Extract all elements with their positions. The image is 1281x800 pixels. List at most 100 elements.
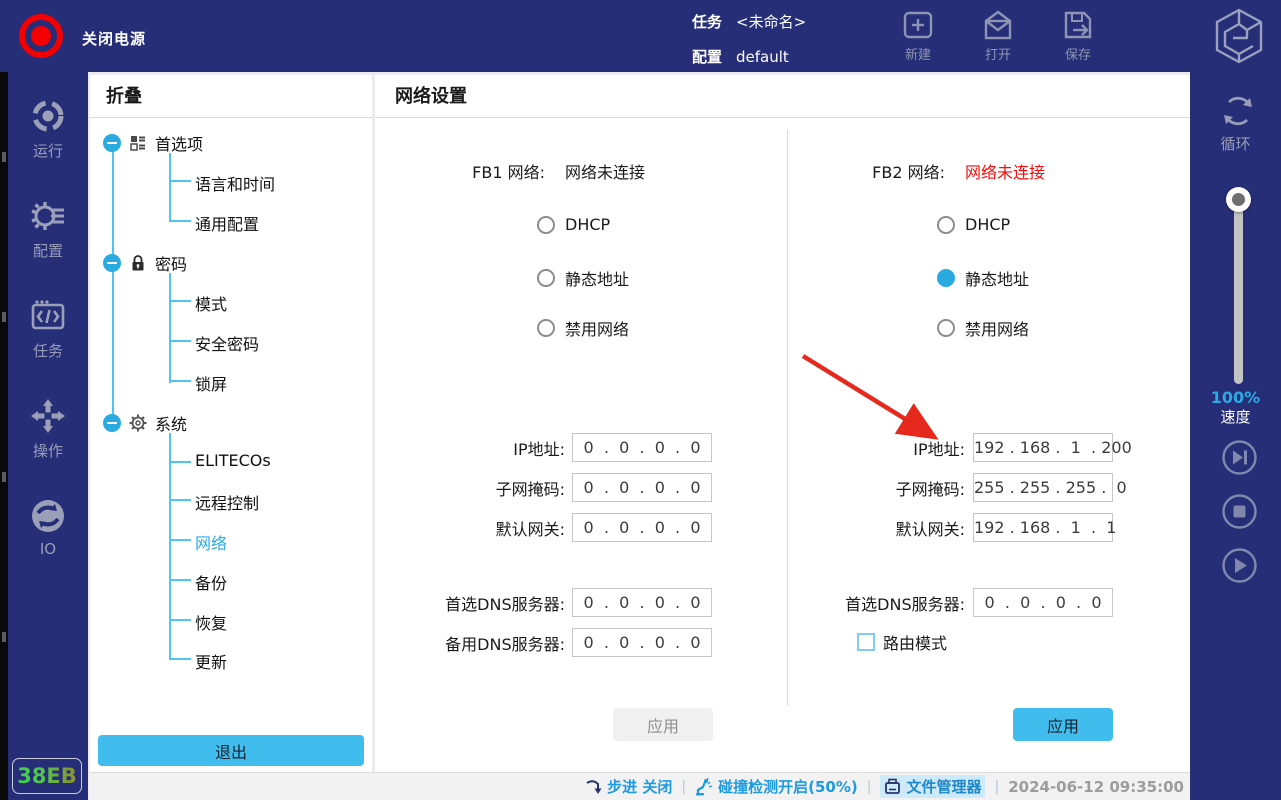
tree-item-network[interactable]: 网络 xyxy=(195,530,227,554)
fb2-radio-dhcp[interactable]: DHCP xyxy=(937,215,1010,234)
brand-logo-icon xyxy=(1211,6,1267,66)
radio-icon[interactable] xyxy=(537,319,555,337)
fb2-dns1-label: 首选DNS服务器: xyxy=(820,591,965,615)
sidebar-item-io[interactable]: IO xyxy=(8,498,88,590)
fb2-dns1-input[interactable]: 0 . 0 . 0 . 0 xyxy=(973,588,1113,617)
file-manager-icon xyxy=(884,778,901,795)
radio-checked-icon[interactable] xyxy=(937,269,955,287)
speed-label: 速度 xyxy=(1190,406,1281,427)
tree-branch xyxy=(169,433,171,659)
tree-item-remote-control[interactable]: 远程控制 xyxy=(195,490,259,514)
fb1-dns1-input[interactable]: 0 . 0 . 0 . 0 xyxy=(572,588,712,617)
sidebar-item-run[interactable]: 运行 xyxy=(8,98,88,190)
tree-tick xyxy=(169,300,191,302)
fb1-gateway-label: 默认网关: xyxy=(405,516,565,540)
network-settings-panel: 网络设置 FB1 网络: 网络未连接 DHCP 静态地址 禁用网络 IP地址: … xyxy=(375,75,1190,772)
open-icon xyxy=(981,8,1015,42)
fb2-ip-input[interactable]: 192 . 168 . 1 . 200 xyxy=(973,433,1113,462)
tree-item-language-time[interactable]: 语言和时间 xyxy=(195,171,275,195)
fb1-radio-static[interactable]: 静态地址 xyxy=(537,266,629,290)
power-status-icon[interactable] xyxy=(18,13,64,59)
tree-item-general-config[interactable]: 通用配置 xyxy=(195,211,259,235)
fb1-dns2-label: 备用DNS服务器: xyxy=(405,631,565,655)
fb2-radio-disable[interactable]: 禁用网络 xyxy=(937,316,1029,340)
collapse-minus-icon[interactable] xyxy=(103,134,121,152)
save-icon xyxy=(1061,8,1095,42)
tree-item-mode[interactable]: 模式 xyxy=(195,291,227,315)
fb2-network-status: 网络未连接 xyxy=(965,159,1045,183)
fb1-dns2-input[interactable]: 0 . 0 . 0 . 0 xyxy=(572,628,712,657)
tree-item-lock-screen[interactable]: 锁屏 xyxy=(195,371,227,395)
tree-item-update[interactable]: 更新 xyxy=(195,649,227,673)
fb1-radio-disable[interactable]: 禁用网络 xyxy=(537,316,629,340)
fb2-radio-disable-label: 禁用网络 xyxy=(965,316,1029,340)
fb2-route-mode-label: 路由模式 xyxy=(883,630,947,654)
stop-button[interactable] xyxy=(1222,494,1257,529)
play-button[interactable] xyxy=(1222,548,1257,583)
tree-tick xyxy=(169,180,191,182)
speed-slider-track[interactable] xyxy=(1234,198,1243,384)
separator: | xyxy=(867,779,872,795)
radio-icon[interactable] xyxy=(537,216,555,234)
fb1-gateway-input[interactable]: 0 . 0 . 0 . 0 xyxy=(572,513,712,542)
sidebar-item-operate[interactable]: 操作 xyxy=(8,398,88,490)
fb2-route-mode-checkbox-row[interactable]: 路由模式 xyxy=(857,630,947,654)
fb1-gateway-row: 默认网关: 0 . 0 . 0 . 0 xyxy=(405,513,712,542)
tree-tick xyxy=(169,220,191,222)
task-value: <未命名> xyxy=(736,11,806,32)
radio-icon[interactable] xyxy=(537,269,555,287)
power-button-label[interactable]: 关闭电源 xyxy=(82,28,146,49)
fb1-apply-button[interactable]: 应用 xyxy=(613,708,713,741)
collapse-minus-icon[interactable] xyxy=(103,254,121,272)
speed-slider-thumb[interactable] xyxy=(1226,187,1251,212)
fb2-apply-button[interactable]: 应用 xyxy=(1013,708,1113,741)
loop-icon[interactable] xyxy=(1219,92,1257,130)
tree-panel-title[interactable]: 折叠 xyxy=(90,75,372,118)
step-forward-button[interactable] xyxy=(1222,440,1257,475)
exit-button[interactable]: 退出 xyxy=(98,735,364,766)
new-task-button[interactable]: 新建 xyxy=(886,8,950,63)
fb1-ip-input[interactable]: 0 . 0 . 0 . 0 xyxy=(572,433,712,462)
radio-icon[interactable] xyxy=(937,216,955,234)
tree-group-preferences[interactable]: 首选项 xyxy=(103,131,203,155)
radio-icon[interactable] xyxy=(937,319,955,337)
fb1-radio-dhcp[interactable]: DHCP xyxy=(537,215,610,234)
datetime-display: 2024-06-12 09:35:00 xyxy=(1008,778,1184,796)
fb2-mask-input[interactable]: 255 . 255 . 255 . 0 xyxy=(973,473,1113,502)
fb1-dns1-row: 首选DNS服务器: 0 . 0 . 0 . 0 xyxy=(405,588,712,617)
step-mode-text: 步进 关闭 xyxy=(607,776,672,797)
fb2-gateway-input[interactable]: 192 . 168 . 1 . 1 xyxy=(973,513,1113,542)
collapse-minus-icon[interactable] xyxy=(103,414,121,432)
collision-detection-status[interactable]: 碰撞检测开启(50%) xyxy=(695,776,858,797)
step-mode-status[interactable]: 步进 关闭 xyxy=(585,776,672,797)
status-badge-text: 38EB xyxy=(17,764,77,788)
tree-item-elitecos[interactable]: ELITECOs xyxy=(195,451,271,470)
fb2-dns1-row: 首选DNS服务器: 0 . 0 . 0 . 0 xyxy=(820,588,1113,617)
fb2-radio-dhcp-label: DHCP xyxy=(965,215,1010,234)
status-bar: 步进 关闭 | 碰撞检测开启(50%) | 文件管理器 | 2024-06-12… xyxy=(90,772,1190,800)
open-task-button[interactable]: 打开 xyxy=(966,8,1030,63)
tree-branch xyxy=(169,153,171,221)
sidebar-item-task[interactable]: 任务 xyxy=(8,298,88,390)
tree-group-system[interactable]: 系统 xyxy=(103,411,187,435)
status-badge: 38EB xyxy=(12,758,82,794)
fb2-mask-row: 子网掩码: 255 . 255 . 255 . 0 xyxy=(820,473,1113,502)
fb1-mask-input[interactable]: 0 . 0 . 0 . 0 xyxy=(572,473,712,502)
file-manager-button[interactable]: 文件管理器 xyxy=(880,775,985,798)
tree-tick xyxy=(169,619,191,621)
left-edge-strip xyxy=(0,72,8,800)
sidebar-item-task-label: 任务 xyxy=(8,340,88,361)
io-sync-icon xyxy=(30,498,66,534)
new-file-icon xyxy=(901,8,935,42)
sidebar-item-config[interactable]: 配置 xyxy=(8,198,88,290)
lock-icon xyxy=(129,254,147,272)
save-task-button[interactable]: 保存 xyxy=(1046,8,1110,63)
tree-item-safety-password[interactable]: 安全密码 xyxy=(195,331,259,355)
tree-item-restore[interactable]: 恢复 xyxy=(195,610,227,634)
tree-item-backup[interactable]: 备份 xyxy=(195,570,227,594)
tree-group-password[interactable]: 密码 xyxy=(103,251,187,275)
fb2-mask-label: 子网掩码: xyxy=(820,476,965,500)
checkbox-icon[interactable] xyxy=(857,633,875,651)
fb1-ip-row: IP地址: 0 . 0 . 0 . 0 xyxy=(405,433,712,462)
fb2-radio-static[interactable]: 静态地址 xyxy=(937,266,1029,290)
